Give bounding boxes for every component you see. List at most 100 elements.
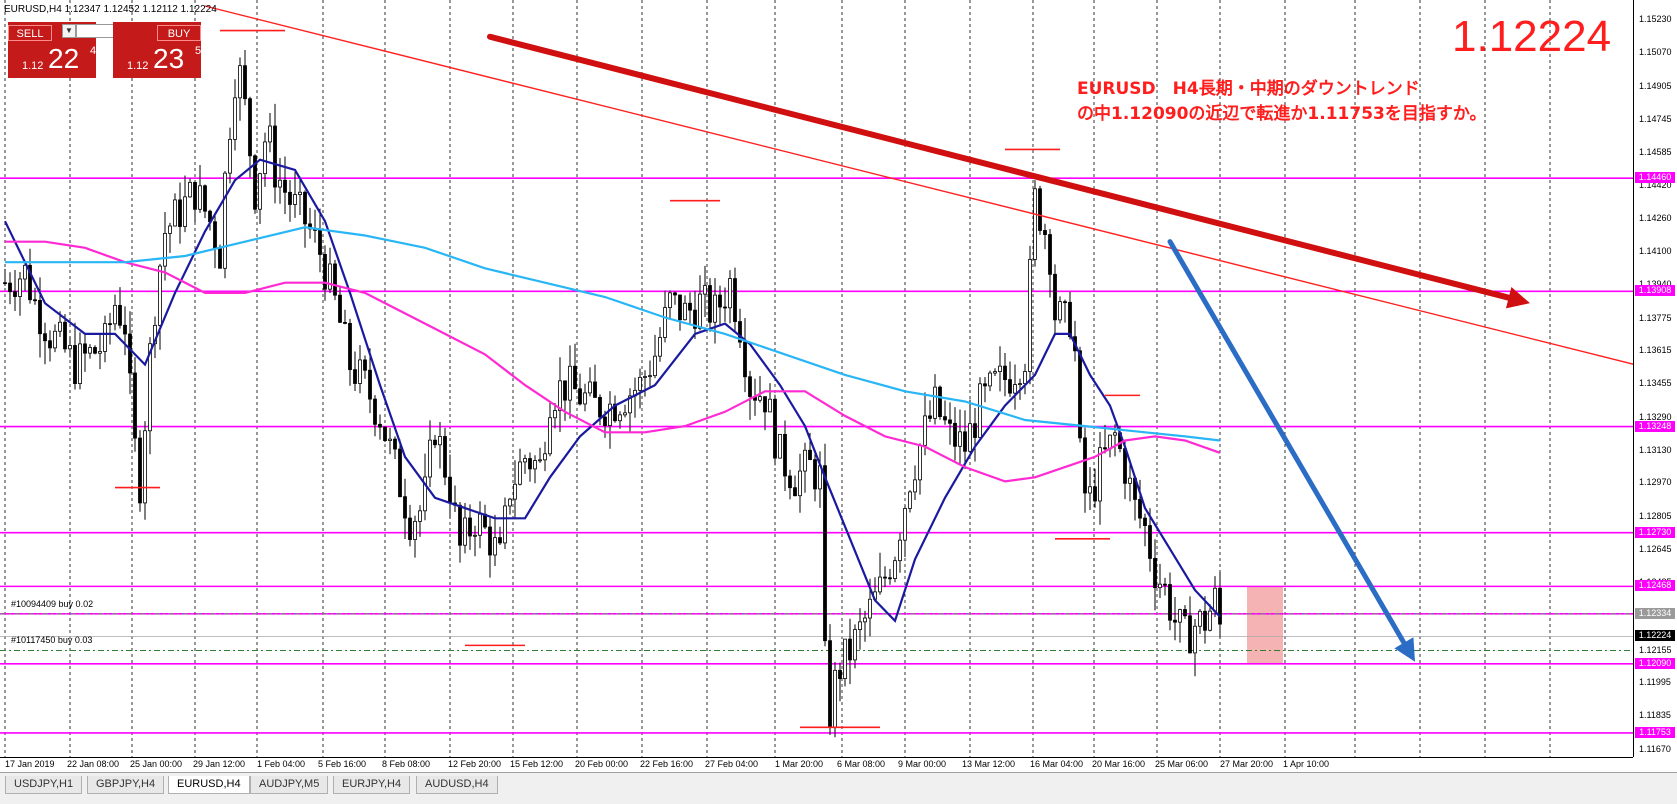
candle-body [978,383,982,438]
price-tick-label: 1.14260 [1639,213,1672,224]
tab-gbpjpy-h4[interactable]: GBPJPY,H4 [87,776,165,794]
candle-body [53,330,57,349]
price-tick-label: 1.12970 [1639,477,1672,488]
candle-body [8,282,12,293]
candle-body [398,448,402,498]
price-tick-label: 1.15070 [1639,47,1672,58]
time-tick-label: 17 Jan 2019 [5,759,55,769]
candle-body [608,403,612,426]
candle-body [1093,486,1097,502]
candle-body [218,248,222,269]
candle-body [468,517,472,537]
candle-body [578,388,582,405]
candle-body [718,294,722,308]
candle-body [443,436,447,478]
candle-body [193,181,197,210]
candle-body [493,537,497,556]
tab-audusd-h4[interactable]: AUDUSD,H4 [416,776,498,794]
time-tick-label: 1 Feb 04:00 [257,759,306,769]
candle-body [848,638,852,661]
candle-body [943,416,947,421]
candle-body [98,351,102,354]
candle-body [298,191,302,195]
candle-body [263,141,267,175]
time-axis[interactable]: 17 Jan 2019 22 Jan 08:00 25 Jan 00:00 29 Ja… [0,757,1633,772]
time-tick-label: 22 Jan 08:00 [67,759,120,769]
candle-body [363,359,367,371]
price-tick-label: 1.13775 [1639,312,1672,323]
candle-body [133,372,137,439]
buy-label: BUY [157,25,201,41]
candle-body [698,293,702,329]
candle-body [138,437,142,504]
candle-body [1018,383,1022,386]
candle-body [403,496,407,519]
sell-price-main: 22 [48,43,80,74]
chart-area[interactable]: EURUSD,H4 1.12347 1.12452 1.12112 1.1222… [0,0,1633,757]
time-tick-label: 25 Jan 00:00 [130,759,183,769]
order-label-2[interactable]: #10117450 buy 0.03 [11,635,92,645]
candle-body [938,386,942,418]
candle-body [748,376,752,397]
tab-eurusd-h4[interactable]: EURUSD,H4 [168,776,250,794]
candle-body [1083,437,1087,494]
price-axis[interactable]: 1.15230 1.15070 1.14905 1.14745 1.14585 1.144… [1633,0,1677,757]
candle-body [618,414,622,422]
candle-body [168,225,172,234]
candle-body [958,431,962,447]
candle-body [853,629,857,661]
candle-body [503,505,507,544]
candle-body [1163,583,1167,586]
candle-body [83,343,87,354]
candle-body [1193,625,1197,654]
candle-body [23,264,27,280]
candle-body [648,375,652,378]
current-price-tag: 1.12224 [1635,630,1675,642]
candle-body [283,179,287,193]
candle-body [338,294,342,323]
candle-body [963,431,967,452]
candle-body [278,179,282,188]
candle-body [788,475,792,489]
candle-body [798,470,802,497]
tab-usdjpy-h1[interactable]: USDJPY,H1 [5,776,83,794]
buy-price-sup: 5 [195,45,202,57]
candle-body [623,412,627,416]
candle-body [198,185,202,210]
candle-body [828,640,832,729]
time-tick-label: 20 Mar 16:00 [1092,759,1146,769]
current-price-overlay: 1.12224 [1452,12,1612,61]
annotation-line-2: の中1.12090の近辺で転進か1.11753を目指すか。 [1077,104,1487,124]
order-label-1[interactable]: #10094409 buy 0.02 [11,599,93,609]
time-tick-label: 16 Mar 04:00 [1030,759,1084,769]
price-tick-label: 1.12645 [1639,544,1672,555]
tab-eurjpy-h4[interactable]: EURJPY,H4 [333,776,411,794]
candle-body [1058,301,1062,321]
price-tick-label: 1.14905 [1639,80,1672,91]
candle-body [428,439,432,478]
candle-body [1113,432,1117,436]
candle-body [113,304,117,325]
candle-body [293,194,297,205]
candle-body [588,381,592,394]
candle-body [908,491,912,509]
buy-button[interactable]: BUY 1.12 23 5 [113,22,201,78]
candle-body [1033,188,1037,260]
candle-body [568,365,572,401]
candle-body [1103,447,1107,450]
candle-body [643,376,647,378]
trend-arrow-red [487,33,1512,301]
candle-body [303,191,307,225]
candle-body [358,359,362,384]
candle-body [488,526,492,556]
candle-body [393,438,397,450]
tab-audjpy-m5[interactable]: AUDJPY,M5 [250,776,329,794]
candle-body [638,376,642,391]
candle-body [13,291,17,297]
candle-body [178,199,182,227]
candle-body [1108,434,1112,450]
lot-decrease-arrow[interactable]: ▼ [62,24,76,38]
candle-body [953,422,957,447]
time-tick-label: 1 Mar 20:00 [775,759,824,769]
candle-body [128,333,132,374]
